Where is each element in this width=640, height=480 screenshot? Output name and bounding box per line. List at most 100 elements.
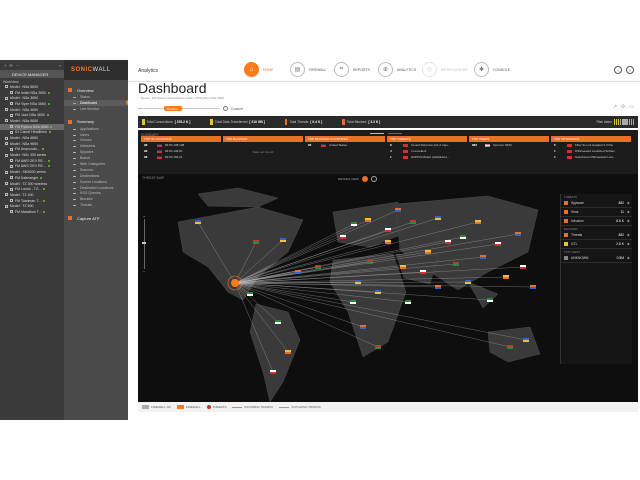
stat-label: Total Threats [289,120,309,124]
row-label: 99.84.108.108 [165,143,185,147]
top-nav-label: FIREWALL [309,67,327,72]
country-flag-icon [365,220,371,222]
collapse-icon[interactable]: « [59,63,61,68]
nav-item-label: Intrusions [80,144,96,149]
status-dot [41,148,44,151]
help-icon[interactable]: ? [626,66,634,74]
nav-section-summary[interactable]: Summary [64,118,128,126]
row-icon [564,242,568,246]
nav-item-live-monitor[interactable]: Live Monitor [64,106,128,112]
stat-value: [ 6.4 K ] [310,120,323,124]
more-icon[interactable]: ⋯ [16,63,20,68]
top-nav-home[interactable]: ⌂ HOME [244,62,274,77]
slider-thumb[interactable]: Realtime [163,106,182,111]
item-marker [73,152,76,153]
device-manager-panel: + ⟳ ⋯ « DEVICE MANAGER WorkView Model : … [0,60,64,420]
stat-total-blocked: Total Blocked[ 3.3 K ] [342,119,380,125]
row-icon [564,210,568,214]
status-dot [46,114,49,117]
stat-value: [ 210 GB ] [249,120,265,124]
panel-row-intrusion[interactable]: Intrusion 6.6 K [561,217,632,226]
page-tools: ↗ ⟳ ▭ [613,104,634,110]
row-label: United States [329,143,348,147]
share-icon[interactable]: ↗ [613,104,617,110]
time-slider[interactable]: Realtime [138,106,220,111]
panel-row-gtl[interactable]: GTL 2.8 K [561,240,632,249]
country-flag-icon [351,224,357,226]
threat-map-title: THREAT MAP [142,176,165,180]
country-flag-icon [507,345,513,347]
panel-row-spyware[interactable]: Spyware 882 [561,199,632,208]
top-nav-console[interactable]: ✱ CONSOLE [474,62,510,77]
zoom-knob[interactable] [142,242,146,244]
summary-row[interactable]: 98 99.84.155.21 [141,154,221,160]
refresh-icon[interactable]: ⟳ [9,63,12,68]
panel-row-value: 11 [620,210,624,214]
nav-item-threats[interactable]: Threats [64,202,128,208]
stat-swatch [284,119,288,125]
nav-section-label: Capture ATP [77,215,100,221]
top-nav-analytics[interactable]: ⊕ ANALYTICS [378,62,416,77]
country-flag-icon [503,275,509,277]
country-flag-icon [253,242,259,244]
top-nav-label: REPORTS [353,67,370,72]
column-header: TOP BLOCKED [223,136,303,142]
device-icon [5,108,8,112]
flag-icon [567,143,572,147]
country-flag-icon [425,252,431,254]
summary-row[interactable]: 1 Suspicious DSlinseeled Locs [551,154,631,160]
country-flag-icon [410,222,416,224]
row-count: 1 [390,155,392,159]
device-tree-node[interactable]: FM Marathon T... [0,209,64,215]
top-nav-label: CONSOLE [493,67,511,72]
legend-swatch [279,406,290,408]
summary-col-top-blocked-countries: TOP BLOCKED COUNTRIES 96 United States [305,136,385,172]
panel-row-unknown[interactable]: UNKNOWN 0.5M [561,254,632,263]
panel-tabs[interactable] [370,133,402,134]
country-flag-icon [360,327,366,329]
stat-total-threats: Total Threats[ 6.4 K ] [284,119,323,125]
country-flag-icon [507,347,513,349]
device-label: Model : NSa 5600 [10,84,39,89]
alerts-icon[interactable]: ! [614,66,622,74]
chevron-right-icon [626,219,630,223]
device-icon [5,136,8,140]
nav-item-label: Users [80,132,90,137]
custom-radio[interactable] [223,106,228,111]
top-nav-firewall[interactable]: ▤ FIREWALL [290,62,326,77]
firewall-icon: ▤ [290,62,305,77]
country-flag-icon [425,250,431,252]
nav-sidebar: SONIC WALL Overview Status Dashboard Live Mo… [64,60,131,420]
country-flag-icon [375,292,381,294]
refresh-page-icon[interactable]: ⟳ [621,104,625,110]
country-flag-icon [400,265,406,267]
nav-section-overview[interactable]: Overview [64,86,128,94]
nav-item-label: Viruses [80,138,92,143]
row-label: DSlinseeled Localized Softam [575,149,615,153]
nav-item-label: Status [80,94,90,99]
status-dot [42,199,45,202]
top-nav-notifications[interactable]: ◎ NOTIFICATIONS [422,62,468,77]
country-flag-icon [340,237,346,239]
stat-total-connections: Total Connections[ 376.2 K ] [142,119,190,125]
top-nav-reports[interactable]: ⌗ REPORTS [334,62,370,77]
device-icon [10,176,13,180]
panel-row-virus[interactable]: Virus 11 [561,208,632,217]
summary-row[interactable]: 1 HAPPOHSLE2 (HaRaHus)... [387,154,467,160]
reports-icon: ⌗ [334,62,349,77]
device-icon [10,125,13,129]
summary-row[interactable]: 882 Sponsor 6669 [469,142,549,148]
summary-row[interactable]: 96 United States [305,142,385,148]
screen-icon[interactable]: ▭ [629,104,634,110]
nav-item-label: Web Categories [80,161,106,166]
stat-swatch [142,119,145,125]
add-icon[interactable]: + [4,63,6,68]
panel-row-threats[interactable]: Threats 882 [561,231,632,240]
nav-section-capture-atp[interactable]: Capture ATP [64,214,128,222]
country-flag-icon [435,216,441,218]
land-mass [249,303,301,403]
breadcrumb[interactable]: ↑ Tenant : FM Device Options/Zone Units … [138,96,224,100]
threat-map[interactable]: THREAT MAP DETAILS VIEW + − THREATS Spywa… [138,174,638,412]
zoom-control[interactable]: + − [141,214,147,274]
zoom-out-icon[interactable]: − [141,269,147,274]
